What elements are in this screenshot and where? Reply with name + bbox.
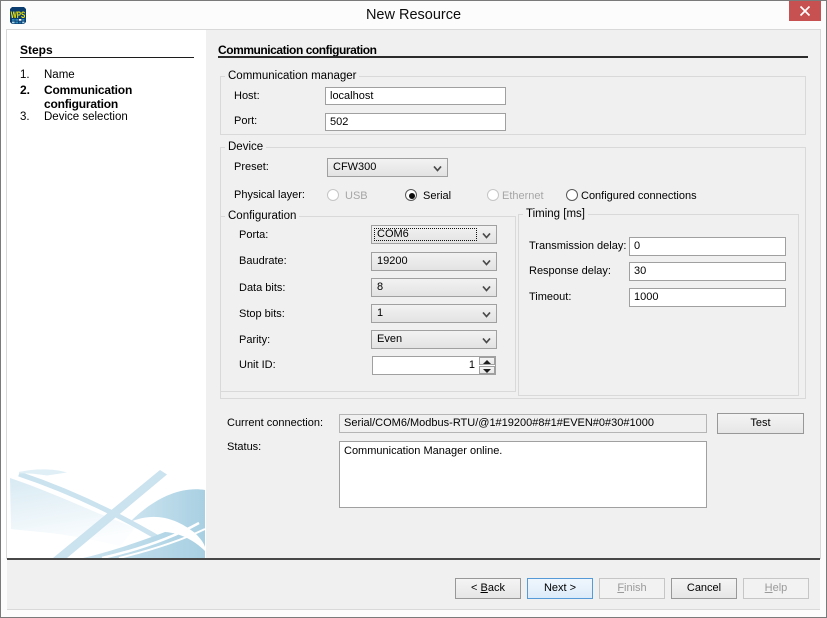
svg-text:WPS: WPS [11,10,26,20]
